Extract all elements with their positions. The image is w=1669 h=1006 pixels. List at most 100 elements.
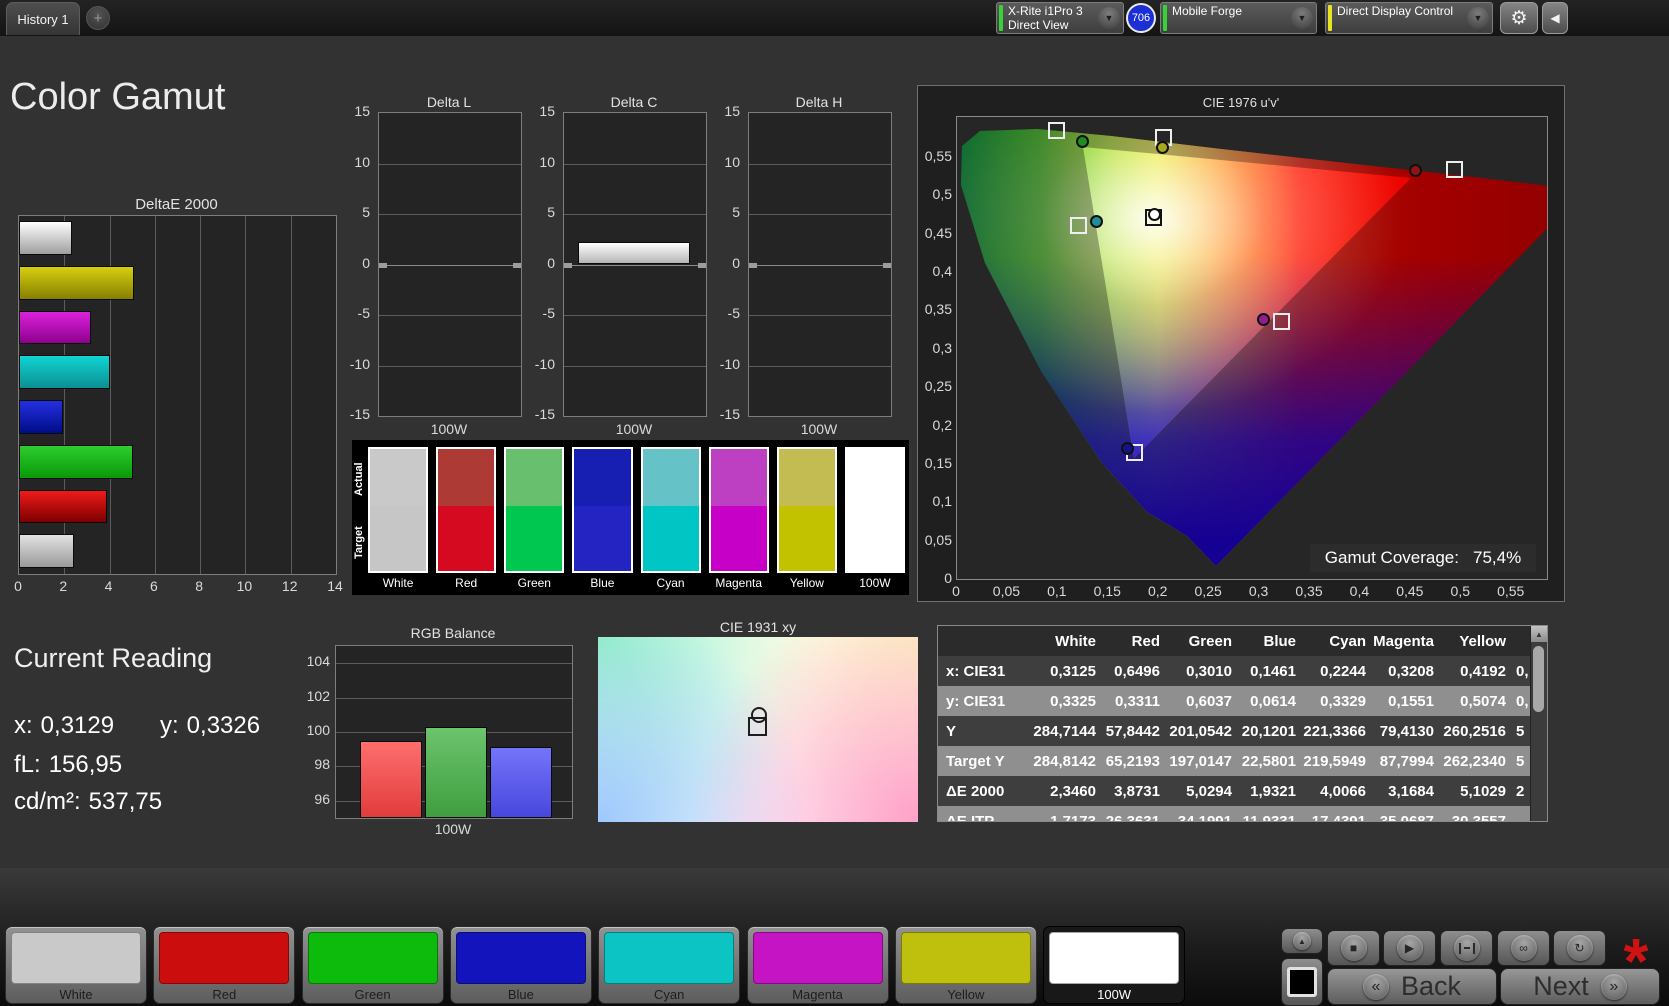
next-button[interactable]: Next » <box>1500 968 1660 1005</box>
back-button[interactable]: « Back <box>1327 968 1497 1005</box>
column-header: Green <box>1188 632 1232 650</box>
y-tick-label: 0,2 <box>932 416 952 433</box>
swatch-column-blue: Blue <box>572 447 633 595</box>
patch-label: Yellow <box>947 986 985 1002</box>
cell-value: 0,2244 <box>1320 662 1366 680</box>
pattern-patch-blue[interactable]: Blue <box>449 926 592 1004</box>
infinity-icon: ∞ <box>1519 941 1528 955</box>
gridline <box>154 216 156 574</box>
cell-value: 22,5801 <box>1241 752 1296 770</box>
x-tick-label: 0,45 <box>1396 583 1424 599</box>
scroll-up-icon[interactable]: ▲ <box>1531 626 1547 642</box>
current-reading-x: x: 0,3129 <box>14 712 114 740</box>
stop-button[interactable]: ■ <box>1327 930 1380 966</box>
settings-button[interactable]: ⚙ <box>1500 2 1538 34</box>
patch-color <box>307 932 438 984</box>
play-button[interactable]: ▶ <box>1383 930 1436 966</box>
meter-line1: X-Rite i1Pro 3 <box>1008 4 1083 18</box>
pattern-patch-100w[interactable]: 100W <box>1043 926 1186 1004</box>
cell-value: 3,8731 <box>1114 782 1160 800</box>
x-tick-label: 0,1 <box>1047 583 1067 599</box>
play-icon: ▶ <box>1404 941 1415 955</box>
y-tick-label: 0,55 <box>924 147 952 164</box>
gridline <box>749 163 891 165</box>
refresh-button[interactable]: ↻ <box>1553 930 1606 966</box>
gamut-coverage-label: Gamut Coverage: <box>1324 548 1459 567</box>
cell-value: 11,9331 <box>1242 812 1296 822</box>
y-tick-label: 0,3 <box>932 339 952 356</box>
top-bar: History 1 + X-Rite i1Pro 3 Direct View ▼… <box>0 0 1669 36</box>
cie1976-markers <box>956 116 1546 578</box>
chevron-down-icon: ▼ <box>1467 7 1489 29</box>
y-tick-label: -5 <box>357 305 370 321</box>
display-control-dropdown[interactable]: Direct Display Control ▼ <box>1325 2 1493 34</box>
swatch-box <box>640 447 701 573</box>
pattern-patch-white[interactable]: White <box>5 926 147 1004</box>
pattern-source-dropdown[interactable]: Mobile Forge ▼ <box>1160 2 1317 34</box>
target-swatch <box>370 506 427 571</box>
swatch-box <box>708 447 769 573</box>
row-label: x: CIE31 <box>946 662 1006 680</box>
cell-value: 79,4130 <box>1379 722 1434 740</box>
y-tick-label: 102 <box>306 687 330 704</box>
row-label: Target Y <box>946 752 1005 770</box>
gear-icon: ⚙ <box>1510 7 1528 29</box>
column-header: Red <box>1131 632 1160 650</box>
rgb-balance-title: RGB Balance <box>410 625 496 641</box>
cell-value: 0,3010 <box>1186 662 1232 680</box>
current-reading-y: y: 0,3326 <box>160 712 260 740</box>
deltae-bar-100w <box>19 534 75 568</box>
cell-value: 20,1201 <box>1241 722 1296 740</box>
bottom-bar: White Red Green Blue Cyan Magenta Yellow 100W ▲… <box>0 868 1669 1006</box>
pattern-patch-cyan[interactable]: Cyan <box>598 926 741 1004</box>
pattern-window-button[interactable] <box>1281 958 1323 1006</box>
delta-h-chart <box>748 112 892 417</box>
row-label: Y <box>946 722 957 740</box>
pattern-patch-magenta[interactable]: Magenta <box>746 926 889 1004</box>
rgb-bar-green <box>425 726 487 818</box>
y-tick-label: 10 <box>539 153 555 170</box>
gridline <box>564 262 706 268</box>
y-tick-label: -5 <box>542 305 555 321</box>
calibrate-button[interactable]: * <box>1610 924 1662 993</box>
y-tick-label: 0,25 <box>924 378 952 395</box>
y-tick-label: 0,35 <box>924 301 952 318</box>
collapse-panel-button[interactable]: ◀ <box>1542 2 1568 34</box>
expand-toolbar-button[interactable]: ▲ <box>1281 928 1323 954</box>
y-tick-label: 0,4 <box>932 263 952 280</box>
x-tick-label: 0,35 <box>1295 583 1323 599</box>
scrollbar-thumb[interactable] <box>1533 646 1544 712</box>
pattern-patch-yellow[interactable]: Yellow <box>894 926 1037 1004</box>
cell-value: 221,3366 <box>1303 722 1366 740</box>
patch-label: Blue <box>507 986 534 1002</box>
y-tick-label: 0,1 <box>932 493 952 510</box>
meter-dropdown[interactable]: X-Rite i1Pro 3 Direct View ▼ <box>996 2 1124 34</box>
continuous-measure-button[interactable]: ∞ <box>1497 930 1550 966</box>
single-measure-button[interactable] <box>1440 930 1493 966</box>
rgb-bar-blue <box>490 747 552 818</box>
y-tick-label: 5 <box>362 204 370 220</box>
deltae-bar-red <box>19 489 107 524</box>
target-marker <box>747 716 767 736</box>
actual-swatch <box>846 449 903 507</box>
pattern-patch-red[interactable]: Red <box>153 926 296 1004</box>
delta-l-xlabel: 100W <box>430 421 468 437</box>
y-tick-label: 0,45 <box>924 224 952 241</box>
target-swatch <box>574 506 631 571</box>
patch-color <box>752 932 883 984</box>
rgb-balance-xlabel: 100W <box>434 821 472 837</box>
delta-h-panel: Delta H 100W 15 10 5 0 -5 -10 -15 <box>706 94 892 446</box>
add-tab-button[interactable]: + <box>86 6 110 30</box>
meter-label: X-Rite i1Pro 3 Direct View <box>1005 3 1095 33</box>
y-tick-label: -5 <box>727 305 740 321</box>
tab-history-1[interactable]: History 1 <box>6 2 80 35</box>
measurement-table: White Red Green Blue Cyan Magenta Yellow x: CIE… <box>937 625 1548 822</box>
table-scrollbar[interactable]: ▲ <box>1530 626 1547 821</box>
cell-value: 5,0294 <box>1186 782 1232 800</box>
x-tick-label: 0,5 <box>1450 583 1470 599</box>
pattern-patch-green[interactable]: Green <box>301 926 444 1004</box>
delta-h-xlabel: 100W <box>800 421 838 437</box>
swatch-label: Green <box>517 576 551 590</box>
y-tick-label: 0,5 <box>932 186 952 203</box>
swatch-label: Cyan <box>656 576 685 590</box>
